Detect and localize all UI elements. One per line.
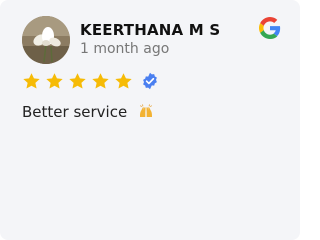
review-date: 1 month ago <box>80 41 170 57</box>
star-icon <box>46 72 63 89</box>
star-icon <box>69 72 86 89</box>
google-icon <box>259 17 281 39</box>
star-rating <box>22 70 159 92</box>
verified-badge-icon <box>143 72 157 90</box>
reviewer-name: KEERTHANA M S <box>80 21 221 39</box>
star-icon <box>92 72 109 89</box>
star-icon <box>115 72 132 89</box>
star-icon <box>23 72 40 89</box>
raising-hands-icon <box>139 104 152 117</box>
avatar <box>22 16 70 64</box>
review-card: KEERTHANA M S 1 month ago Better service <box>0 0 300 240</box>
review-text-content: Better service <box>22 103 128 121</box>
review-text: Better service <box>22 103 154 121</box>
flower-photo-avatar <box>22 16 70 64</box>
